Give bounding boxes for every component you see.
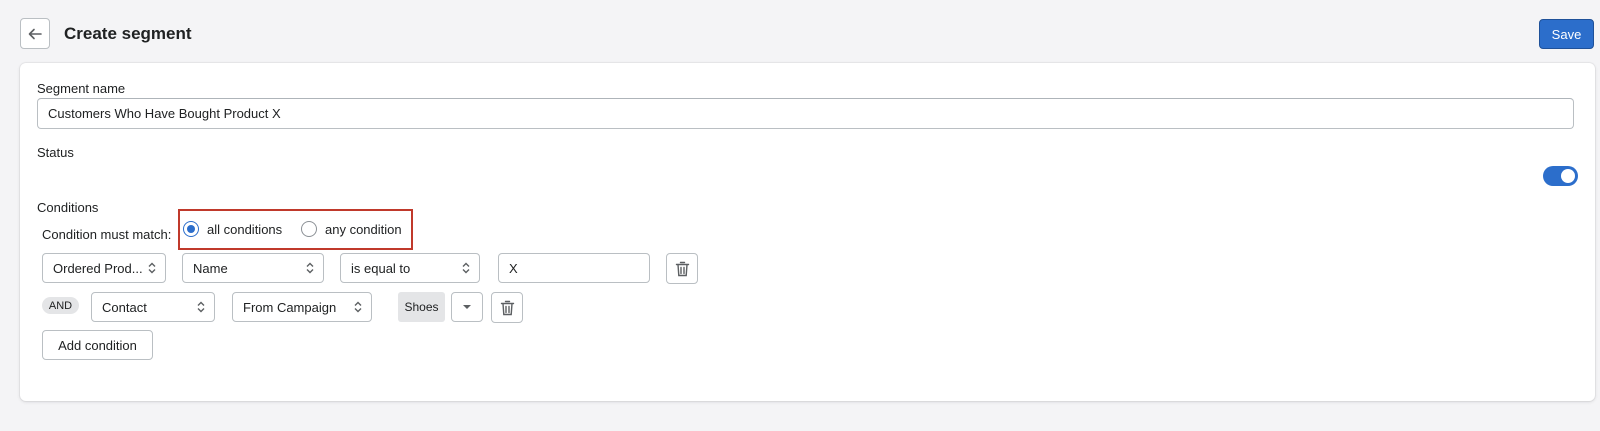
page-title: Create segment bbox=[64, 24, 192, 43]
select-arrows-icon bbox=[462, 262, 470, 274]
delete-condition-button[interactable] bbox=[666, 253, 698, 284]
trash-icon bbox=[675, 261, 689, 276]
radio-all-conditions[interactable]: all conditions bbox=[183, 221, 282, 237]
select-value: Name bbox=[193, 260, 228, 276]
status-label: Status bbox=[37, 145, 74, 160]
condition-field-select[interactable]: Ordered Prod... bbox=[42, 253, 166, 283]
caret-down-icon bbox=[463, 305, 471, 309]
create-segment-page: Create segment Save Segment name Custome… bbox=[0, 0, 1600, 431]
segment-name-label: Segment name bbox=[37, 81, 126, 96]
match-label: Condition must match: bbox=[42, 227, 172, 242]
arrow-left-icon bbox=[28, 28, 42, 39]
segment-form-card: Segment name Customers Who Have Bought P… bbox=[20, 63, 1595, 401]
conditions-label: Conditions bbox=[37, 200, 99, 215]
select-arrows-icon bbox=[148, 262, 156, 274]
condition-field-select[interactable]: Contact bbox=[91, 292, 215, 322]
radio-button[interactable] bbox=[301, 221, 317, 237]
segment-name-input[interactable]: Customers Who Have Bought Product X bbox=[37, 98, 1574, 129]
add-condition-button[interactable]: Add condition bbox=[42, 330, 153, 360]
delete-condition-button[interactable] bbox=[491, 292, 523, 323]
radio-label: any condition bbox=[325, 221, 402, 237]
campaign-dropdown-button[interactable] bbox=[451, 292, 483, 322]
select-arrows-icon bbox=[354, 301, 362, 313]
radio-any-condition[interactable]: any condition bbox=[301, 221, 402, 237]
condition-value-input[interactable]: X bbox=[498, 253, 650, 283]
condition-attribute-select[interactable]: From Campaign bbox=[232, 292, 372, 322]
radio-label: all conditions bbox=[207, 221, 283, 237]
select-arrows-icon bbox=[306, 262, 314, 274]
select-value: Ordered Prod... bbox=[53, 260, 143, 276]
radio-button[interactable] bbox=[183, 221, 199, 237]
condition-operator-select[interactable]: is equal to bbox=[340, 253, 480, 283]
select-value: Contact bbox=[102, 299, 147, 315]
save-button[interactable]: Save bbox=[1539, 19, 1594, 49]
and-badge: AND bbox=[42, 297, 79, 314]
campaign-tag[interactable]: Shoes bbox=[398, 292, 445, 322]
select-value: is equal to bbox=[351, 260, 411, 276]
select-arrows-icon bbox=[197, 301, 205, 313]
status-toggle[interactable] bbox=[1543, 166, 1578, 186]
toggle-knob bbox=[1561, 169, 1575, 183]
trash-icon bbox=[500, 300, 514, 315]
condition-attribute-select[interactable]: Name bbox=[182, 253, 324, 283]
back-button[interactable] bbox=[20, 18, 50, 49]
select-value: From Campaign bbox=[243, 299, 337, 315]
